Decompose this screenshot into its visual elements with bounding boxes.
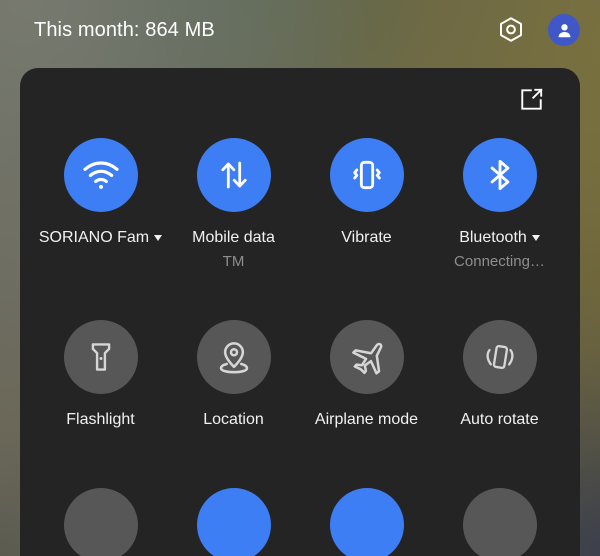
quick-settings-toolbar — [20, 68, 580, 130]
quick-settings-panel: SORIANO Fam Mobile data TM Vibrate Bluet… — [20, 68, 580, 556]
qs-tile-label-row: Vibrate — [341, 229, 391, 247]
qs-tile-flashlight[interactable]: Flashlight — [34, 312, 167, 494]
qs-tile-label: Auto rotate — [460, 411, 539, 428]
data-transfer-icon[interactable] — [196, 138, 271, 212]
qs-tile-label: Flashlight — [66, 411, 135, 428]
data-usage-label: This month: 864 MB — [34, 18, 215, 41]
chevron-down-icon[interactable] — [154, 235, 163, 241]
qs-tile-partial[interactable] — [167, 488, 300, 556]
qs-tile-partial[interactable] — [433, 488, 566, 556]
flashlight-icon[interactable] — [63, 320, 138, 394]
qs-tile-label: Mobile data — [192, 229, 275, 246]
qs-tile-sublabel: Connecting… — [454, 253, 545, 270]
status-bar: This month: 864 MB — [0, 0, 600, 60]
qs-tile-label-row: Auto rotate — [460, 411, 538, 429]
qs-tile-auto-rotate[interactable]: Auto rotate — [433, 312, 566, 494]
qs-tile-label-row: Flashlight — [66, 411, 134, 429]
airplane-icon[interactable] — [329, 320, 404, 394]
location-pin-icon[interactable] — [196, 320, 271, 394]
hexagon-settings-icon[interactable] — [494, 13, 528, 47]
bluetooth-icon[interactable] — [462, 138, 537, 212]
user-avatar-icon[interactable] — [548, 14, 580, 46]
quick-settings-grid: SORIANO Fam Mobile data TM Vibrate Bluet… — [20, 130, 580, 494]
qs-tile-airplane-mode[interactable]: Airplane mode — [300, 312, 433, 494]
qs-tile-wifi[interactable]: SORIANO Fam — [34, 130, 167, 312]
qs-tile-mobile-data[interactable]: Mobile data TM — [167, 130, 300, 312]
qs-tile-partial-circle[interactable] — [462, 488, 537, 556]
wifi-icon[interactable] — [63, 138, 138, 212]
qs-tile-label: SORIANO Fam — [38, 229, 150, 246]
vibrate-icon[interactable] — [329, 138, 404, 212]
qs-tile-vibrate[interactable]: Vibrate — [300, 130, 433, 312]
qs-tile-partial-circle[interactable] — [196, 488, 271, 556]
qs-tile-bluetooth[interactable]: Bluetooth Connecting… — [433, 130, 566, 312]
quick-settings-grid-row-partial — [20, 488, 580, 556]
qs-tile-partial-circle[interactable] — [63, 488, 138, 556]
qs-tile-location[interactable]: Location — [167, 312, 300, 494]
qs-tile-label-row: Location — [203, 411, 264, 429]
qs-tile-label: Airplane mode — [314, 411, 419, 428]
qs-tile-partial[interactable] — [300, 488, 433, 556]
qs-tile-label-row: Airplane mode — [315, 411, 418, 429]
qs-tile-label-row: SORIANO Fam — [38, 229, 163, 247]
qs-tile-partial-circle[interactable] — [329, 488, 404, 556]
qs-tile-label-row: Mobile data — [192, 229, 275, 247]
qs-tile-label: Location — [203, 411, 264, 428]
qs-tile-label-row: Bluetooth — [459, 229, 540, 247]
chevron-down-icon[interactable] — [531, 235, 540, 241]
qs-tile-label: Vibrate — [341, 229, 392, 246]
qs-tile-label: Bluetooth — [459, 229, 527, 246]
status-bar-actions — [494, 13, 580, 47]
auto-rotate-icon[interactable] — [462, 320, 537, 394]
qs-tile-sublabel: TM — [222, 253, 245, 270]
qs-tile-partial[interactable] — [34, 488, 167, 556]
edit-icon[interactable] — [516, 84, 546, 114]
